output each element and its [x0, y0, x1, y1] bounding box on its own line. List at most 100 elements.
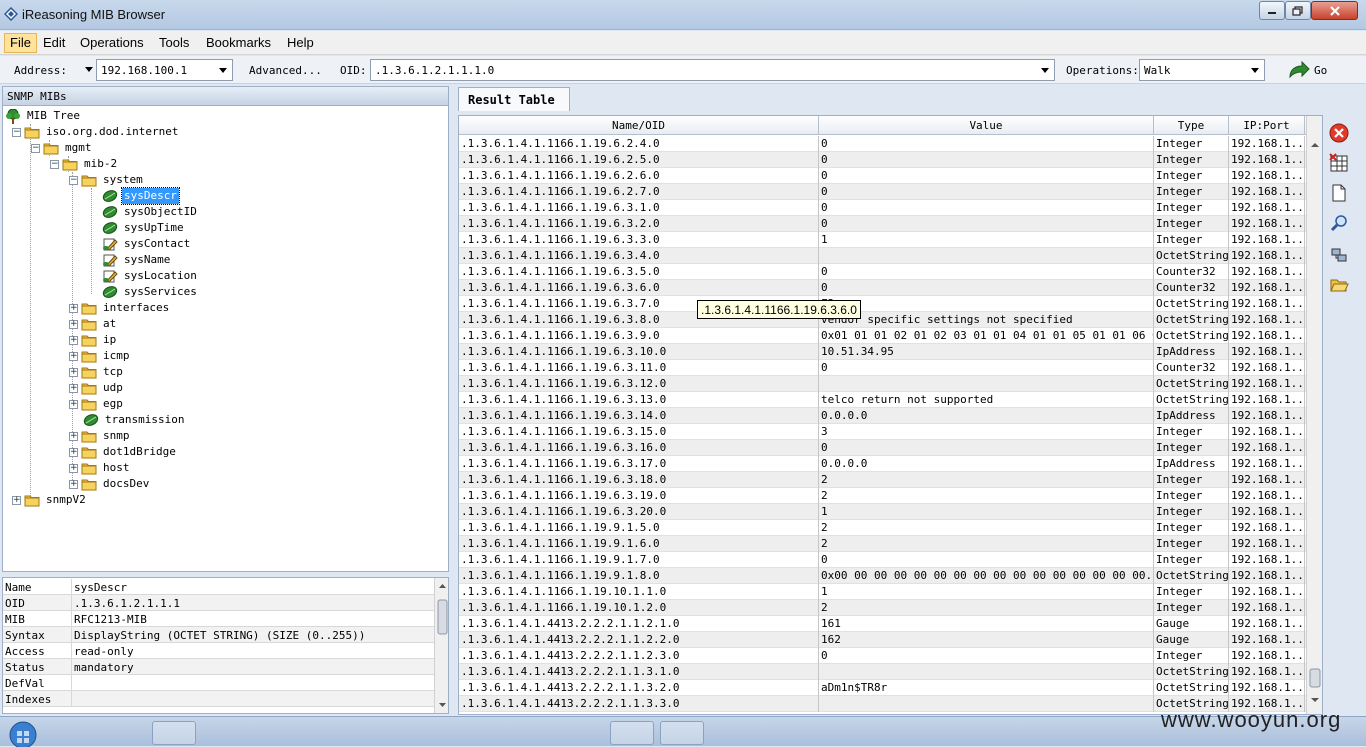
- taskbar-button[interactable]: [660, 721, 704, 745]
- collapse-icon[interactable]: −: [31, 143, 40, 153]
- maximize-button[interactable]: [1285, 1, 1311, 20]
- table-row[interactable]: .1.3.6.1.4.1.4413.2.2.2.1.1.2.2.0 162 Gaug…: [459, 632, 1306, 648]
- table-row[interactable]: .1.3.6.1.4.1.1166.1.19.10.1.2.0 2 Integer 1…: [459, 600, 1306, 616]
- tree-node-snmp[interactable]: + snmp: [69, 428, 132, 444]
- expand-icon[interactable]: +: [12, 495, 21, 505]
- tree-node-dot1dbridge[interactable]: + dot1dBridge: [69, 444, 178, 460]
- tree-node-host[interactable]: + host: [69, 460, 132, 476]
- advanced-button[interactable]: Advanced...: [249, 64, 322, 77]
- tree-node-tcp[interactable]: + tcp: [69, 364, 125, 380]
- table-row[interactable]: .1.3.6.1.4.1.1166.1.19.9.1.5.0 2 Integer 19…: [459, 520, 1306, 536]
- table-row[interactable]: .1.3.6.1.4.1.1166.1.19.6.3.18.0 2 Integer 1…: [459, 472, 1306, 488]
- tree-node-udp[interactable]: + udp: [69, 380, 125, 396]
- tree-node-sysobjectid[interactable]: sysObjectID: [102, 204, 199, 220]
- table-row[interactable]: .1.3.6.1.4.1.1166.1.19.9.1.8.0 0x00 00 00…: [459, 568, 1306, 584]
- chevron-down-icon[interactable]: [1038, 62, 1052, 78]
- chevron-down-icon[interactable]: [1248, 62, 1262, 78]
- table-row[interactable]: .1.3.6.1.4.1.4413.2.2.2.1.1.3.2.0 aDm1n$T…: [459, 680, 1306, 696]
- expand-icon[interactable]: +: [69, 431, 78, 441]
- table-row[interactable]: .1.3.6.1.4.1.1166.1.19.6.3.19.0 2 Integer 1…: [459, 488, 1306, 504]
- tree-node-mib-tree[interactable]: MIB Tree: [5, 108, 82, 124]
- minimize-button[interactable]: [1259, 1, 1285, 20]
- taskbar-button[interactable]: [610, 721, 654, 745]
- find-button[interactable]: [1328, 212, 1350, 234]
- table-row[interactable]: .1.3.6.1.4.1.1166.1.19.6.3.13.0 telco ret…: [459, 392, 1306, 408]
- table-row[interactable]: .1.3.6.1.4.1.4413.2.2.2.1.1.2.1.0 161 Gaug…: [459, 616, 1306, 632]
- close-window-button[interactable]: [1311, 1, 1358, 20]
- table-row[interactable]: .1.3.6.1.4.1.1166.1.19.6.3.9.0 0x01 01 01…: [459, 328, 1306, 344]
- collapse-icon[interactable]: −: [12, 127, 21, 137]
- table-row[interactable]: .1.3.6.1.4.1.1166.1.19.6.3.7.0F2OctetStr…: [459, 296, 1306, 312]
- table-row[interactable]: .1.3.6.1.4.1.1166.1.19.6.3.16.0 0 Integer 1…: [459, 440, 1306, 456]
- table-row[interactable]: .1.3.6.1.4.1.1166.1.19.6.3.3.0 1 Integer 19…: [459, 232, 1306, 248]
- address-history-dropdown[interactable]: [84, 64, 94, 74]
- table-row[interactable]: .1.3.6.1.4.1.1166.1.19.6.3.17.0 0.0.0.0 Ip…: [459, 456, 1306, 472]
- expand-icon[interactable]: +: [69, 335, 78, 345]
- table-row[interactable]: .1.3.6.1.4.1.1166.1.19.6.3.4.0 OctetStrin…: [459, 248, 1306, 264]
- tree-node-mgmt[interactable]: − mgmt: [31, 140, 94, 156]
- table-row[interactable]: .1.3.6.1.4.1.4413.2.2.2.1.1.2.3.0 0 Intege…: [459, 648, 1306, 664]
- expand-icon[interactable]: +: [69, 383, 78, 393]
- expand-icon[interactable]: +: [69, 447, 78, 457]
- menu-help[interactable]: Help: [282, 33, 319, 53]
- tree-node-syslocation[interactable]: sysLocation: [102, 268, 199, 284]
- menu-operations[interactable]: Operations: [75, 33, 149, 53]
- table-row[interactable]: .1.3.6.1.4.1.1166.1.19.6.3.8.0 vendor spe…: [459, 312, 1306, 328]
- tree-node-icmp[interactable]: + icmp: [69, 348, 132, 364]
- tree-node-mib-2[interactable]: − mib-2: [50, 156, 119, 172]
- table-row[interactable]: .1.3.6.1.4.1.4413.2.2.2.1.1.3.1.0 OctetSt…: [459, 664, 1306, 680]
- table-row[interactable]: .1.3.6.1.4.1.1166.1.19.6.3.10.0 10.51.34.…: [459, 344, 1306, 360]
- expand-icon[interactable]: +: [69, 351, 78, 361]
- expand-icon[interactable]: +: [69, 367, 78, 377]
- tree-node-syscontact[interactable]: sysContact: [102, 236, 192, 252]
- table-row[interactable]: .1.3.6.1.4.1.1166.1.19.6.3.11.0 0 Counter3…: [459, 360, 1306, 376]
- properties-scrollbar[interactable]: [434, 578, 448, 713]
- expand-icon[interactable]: +: [69, 479, 78, 489]
- chevron-down-icon[interactable]: [216, 62, 230, 78]
- tree-node-sysname[interactable]: sysName: [102, 252, 172, 268]
- tree-node-system[interactable]: − system: [69, 172, 145, 188]
- table-row[interactable]: .1.3.6.1.4.1.1166.1.19.6.3.1.0 0 Integer 19…: [459, 200, 1306, 216]
- column-header-type[interactable]: Type: [1154, 116, 1229, 135]
- table-view-button[interactable]: [1328, 152, 1350, 174]
- tree-node-sysuptime[interactable]: sysUpTime: [102, 220, 186, 236]
- table-row[interactable]: .1.3.6.1.4.1.1166.1.19.6.3.6.0 0 Counter32…: [459, 280, 1306, 296]
- collapse-icon[interactable]: −: [69, 175, 78, 185]
- menu-file[interactable]: File: [4, 33, 37, 53]
- operations-select[interactable]: Walk: [1139, 59, 1265, 81]
- table-row[interactable]: .1.3.6.1.4.1.1166.1.19.10.1.1.0 1 Integer 1…: [459, 584, 1306, 600]
- column-header-name-oid[interactable]: Name/OID: [459, 116, 819, 135]
- start-orb-icon[interactable]: [4, 719, 42, 747]
- mib-tree[interactable]: MIB Tree − iso.org.dod.internet − mgmt − mib-2…: [2, 106, 449, 572]
- network-button[interactable]: [1328, 244, 1350, 266]
- table-row[interactable]: .1.3.6.1.4.1.1166.1.19.6.3.5.0 0 Counter32…: [459, 264, 1306, 280]
- menu-edit[interactable]: Edit: [38, 33, 70, 53]
- expand-icon[interactable]: +: [69, 319, 78, 329]
- tree-node-docsdev[interactable]: + docsDev: [69, 476, 151, 492]
- stop-button[interactable]: [1328, 122, 1350, 144]
- table-row[interactable]: .1.3.6.1.4.1.1166.1.19.6.3.12.0 OctetStri…: [459, 376, 1306, 392]
- table-row[interactable]: .1.3.6.1.4.1.1166.1.19.9.1.7.0 0 Integer 19…: [459, 552, 1306, 568]
- open-button[interactable]: [1328, 274, 1350, 296]
- column-header-ip-port[interactable]: IP:Port: [1229, 116, 1305, 135]
- result-scrollbar[interactable]: [1306, 116, 1322, 714]
- oid-combo[interactable]: .1.3.6.1.2.1.1.1.0: [370, 59, 1055, 81]
- tree-node-interfaces[interactable]: + interfaces: [69, 300, 171, 316]
- tree-node-snmpv2[interactable]: + snmpV2: [12, 492, 88, 508]
- table-row[interactable]: .1.3.6.1.4.1.1166.1.19.6.2.5.0 0 Integer 19…: [459, 152, 1306, 168]
- taskbar-button[interactable]: [152, 721, 196, 745]
- table-row[interactable]: .1.3.6.1.4.1.1166.1.19.6.2.7.0 0 Integer 19…: [459, 184, 1306, 200]
- table-row[interactable]: .1.3.6.1.4.1.1166.1.19.6.2.4.0 0 Integer 19…: [459, 136, 1306, 152]
- expand-icon[interactable]: +: [69, 463, 78, 473]
- table-row[interactable]: .1.3.6.1.4.1.1166.1.19.6.3.20.0 1 Integer 1…: [459, 504, 1306, 520]
- address-combo[interactable]: 192.168.100.1: [96, 59, 233, 81]
- table-row[interactable]: .1.3.6.1.4.1.1166.1.19.6.3.15.0 3 Integer 1…: [459, 424, 1306, 440]
- tree-node-egp[interactable]: + egp: [69, 396, 125, 412]
- tree-node-sysservices[interactable]: sysServices: [102, 284, 199, 300]
- menu-bookmarks[interactable]: Bookmarks: [201, 33, 276, 53]
- table-row[interactable]: .1.3.6.1.4.1.1166.1.19.6.3.2.0 0 Integer 19…: [459, 216, 1306, 232]
- expand-icon[interactable]: +: [69, 303, 78, 313]
- table-row[interactable]: .1.3.6.1.4.1.1166.1.19.6.3.14.0 0.0.0.0 Ip…: [459, 408, 1306, 424]
- tree-node-transmission[interactable]: transmission: [83, 412, 186, 428]
- tab-result-table[interactable]: Result Table: [458, 87, 570, 111]
